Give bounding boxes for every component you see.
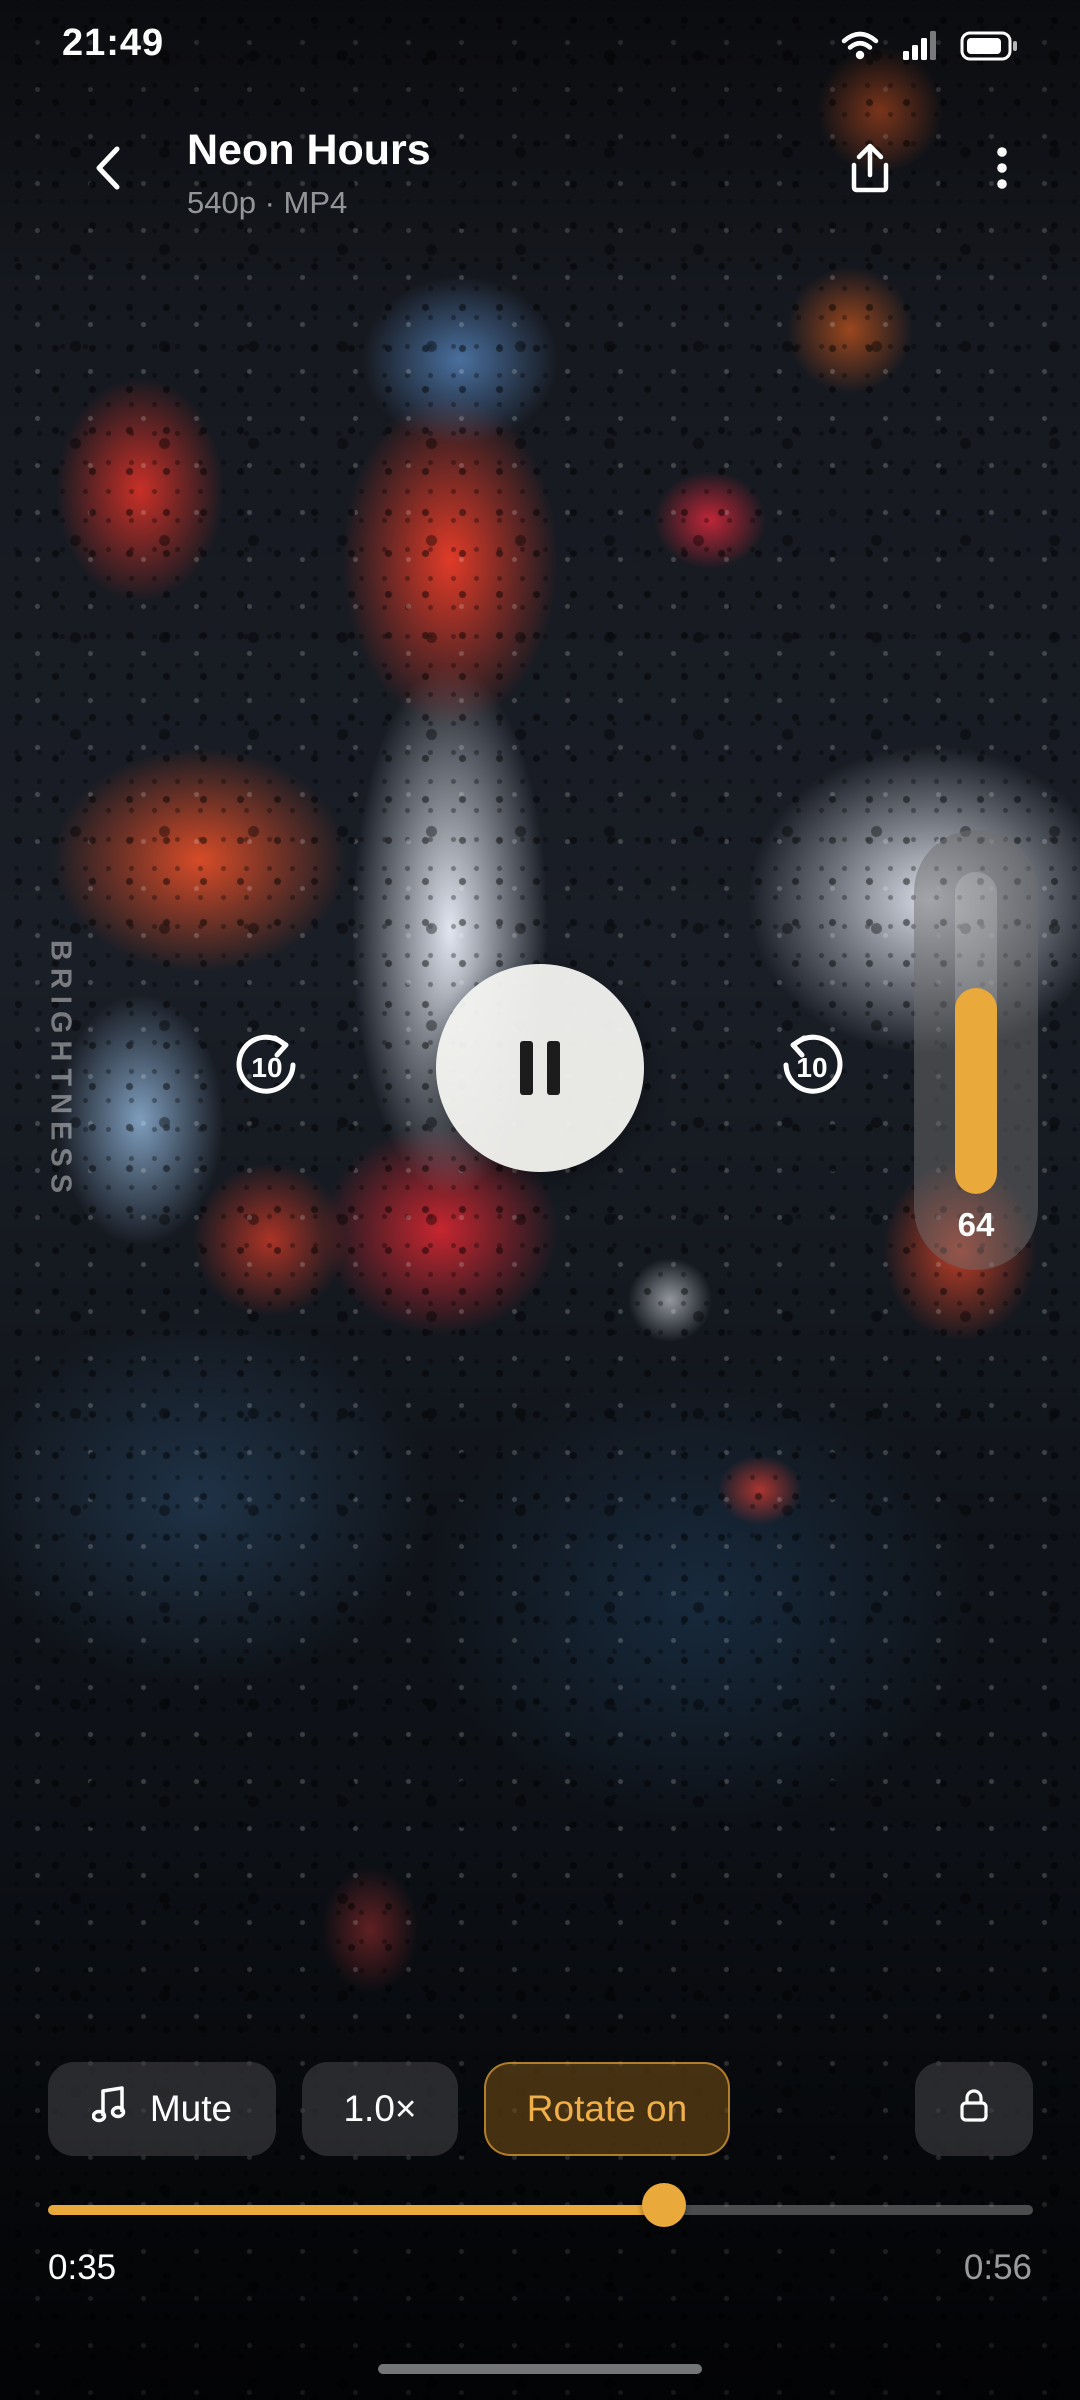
seek-progress-fill: [48, 2205, 664, 2215]
volume-slider[interactable]: 64: [914, 830, 1038, 1270]
speed-label: 1.0×: [343, 2088, 417, 2129]
skip-back-button[interactable]: 10: [227, 1029, 307, 1109]
music-note-icon: [91, 2085, 126, 2133]
seek-track[interactable]: [48, 2183, 1033, 2227]
seek-thumb[interactable]: [641, 2183, 686, 2227]
volume-value: 64: [957, 1206, 995, 1243]
forward-10-icon: 10: [776, 1031, 848, 1108]
home-indicator[interactable]: [378, 2364, 702, 2374]
cellular-signal-icon: [902, 31, 938, 66]
playback-speed-button[interactable]: 1.0×: [302, 2062, 458, 2156]
more-options-button[interactable]: [972, 140, 1032, 200]
svg-text:10: 10: [251, 1052, 282, 1083]
seek-bar[interactable]: [48, 2183, 1033, 2227]
total-duration: 0:56: [963, 2248, 1032, 2287]
pause-icon: [513, 1041, 567, 1095]
skip-forward-button[interactable]: 10: [772, 1029, 852, 1109]
rotate-toggle[interactable]: Rotate on: [484, 2062, 730, 2156]
pause-button[interactable]: [436, 964, 644, 1172]
mute-button[interactable]: Mute: [48, 2062, 276, 2156]
lock-icon: [959, 2088, 989, 2131]
player-header: Neon Hours 540p · MP4: [0, 110, 1080, 230]
video-title: Neon Hours: [187, 126, 431, 174]
svg-text:10: 10: [796, 1052, 827, 1083]
back-button[interactable]: [78, 140, 138, 200]
title-block: Neon Hours 540p · MP4: [187, 126, 431, 221]
brightness-gesture-label: BRIGHTNESS: [44, 939, 77, 1201]
status-bar: 21:49: [0, 0, 1080, 100]
status-time: 21:49: [62, 22, 165, 64]
share-upload-icon: [848, 143, 892, 198]
rotate-label: Rotate on: [526, 2088, 688, 2129]
volume-fill: [955, 987, 997, 1194]
wifi-icon: [840, 30, 880, 67]
volume-track[interactable]: [955, 872, 997, 1194]
replay-10-icon: 10: [231, 1031, 303, 1108]
mute-label: Mute: [149, 2088, 233, 2129]
current-time: 0:35: [48, 2248, 117, 2287]
more-vertical-icon: [995, 145, 1009, 196]
lock-screen-button[interactable]: [915, 2062, 1033, 2156]
video-meta: 540p · MP4: [187, 185, 348, 220]
quick-actions: Mute 1.0× Rotate on: [0, 2062, 1080, 2156]
back-chevron-icon: [93, 145, 123, 196]
battery-icon: [960, 31, 1018, 66]
status-icons: [840, 30, 1018, 67]
share-button[interactable]: [840, 140, 900, 200]
